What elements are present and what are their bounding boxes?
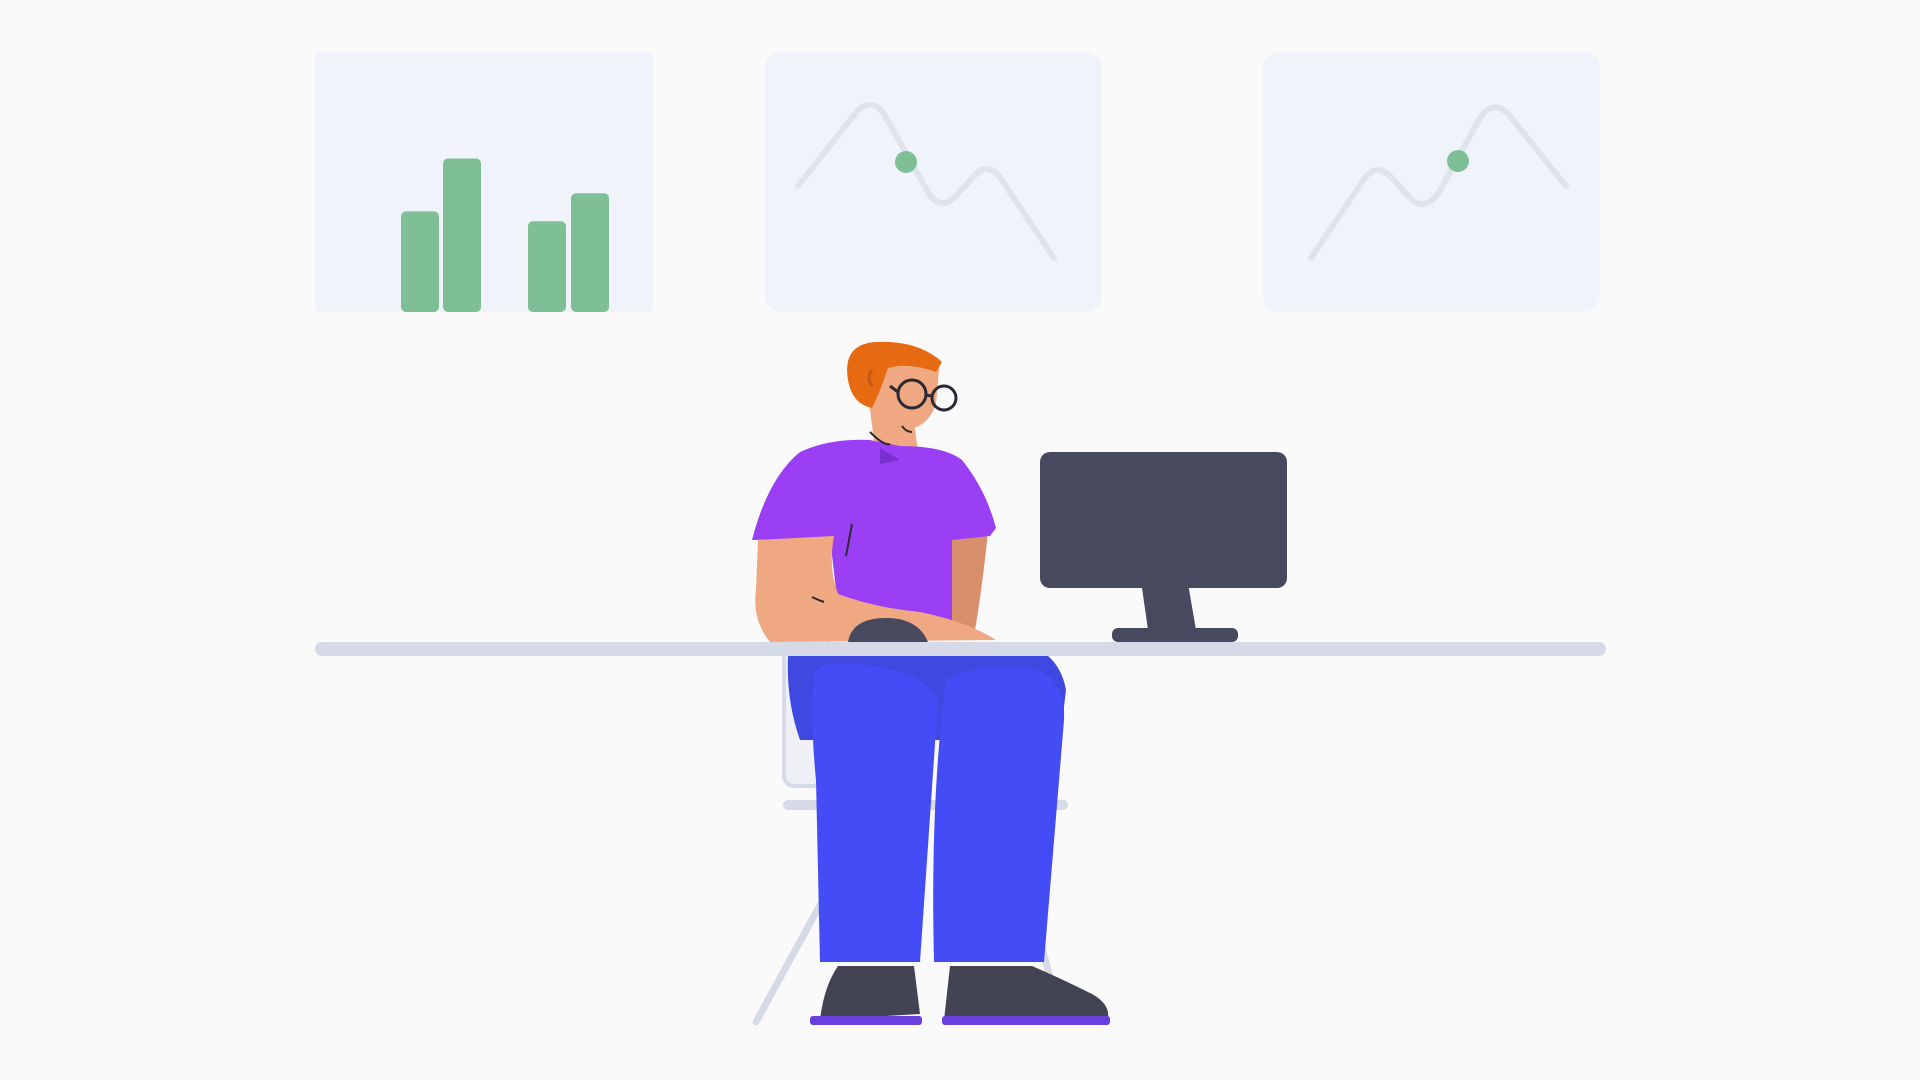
line-chart-1-marker <box>895 151 917 173</box>
line-chart-panel-1 <box>765 52 1102 312</box>
desktop-monitor <box>1040 452 1287 642</box>
line-chart-panel-2 <box>1263 52 1600 312</box>
person-pants-left <box>812 663 938 962</box>
bar-1 <box>401 211 439 312</box>
right-shoe <box>944 966 1109 1020</box>
person-shoes <box>810 966 1110 1025</box>
person-head <box>847 341 958 446</box>
left-shoe <box>820 966 920 1020</box>
line-chart-2-marker <box>1447 150 1469 172</box>
bar-2 <box>443 158 481 312</box>
illustration-scene <box>0 0 1920 1080</box>
bar-4 <box>571 193 609 312</box>
person-with-glasses <box>752 341 996 642</box>
bar-chart-panel <box>315 52 653 312</box>
person-legs <box>787 656 1066 962</box>
bar-3 <box>528 221 566 312</box>
person-pants-right <box>933 667 1065 962</box>
desk <box>315 642 1606 656</box>
